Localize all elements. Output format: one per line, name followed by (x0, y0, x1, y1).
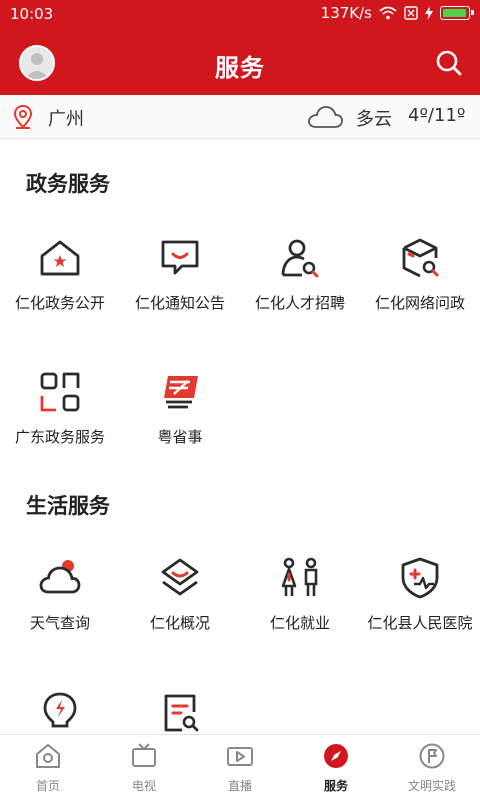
status-time: 10:03 (10, 5, 54, 23)
service-item[interactable]: 仁化通知公告 (120, 236, 240, 346)
doc-search-icon (164, 694, 199, 732)
yue-logo-icon (164, 376, 198, 409)
wifi-icon (379, 6, 397, 20)
nav-item-home[interactable]: 首页 (0, 735, 96, 801)
weather-temp: 4º/11º (408, 105, 466, 126)
weather-cloud-icon (39, 560, 81, 594)
nav-label: 文明实践 (407, 779, 456, 793)
service-item[interactable]: 广东政务服务 (0, 370, 120, 480)
service-item[interactable]: 仁化人才招聘 (240, 236, 360, 346)
nav-item-live[interactable]: 直播 (192, 735, 288, 801)
search-icon (436, 50, 462, 76)
location-pin-icon (13, 104, 33, 129)
person-search-icon (281, 239, 319, 278)
tv-icon (132, 743, 156, 767)
service-item[interactable]: 仁化政务公开 (0, 236, 120, 346)
service-item[interactable]: 仁化概况 (120, 556, 240, 666)
city-name: 广州 (48, 109, 84, 130)
service-label: 粤省事 (157, 428, 203, 446)
weather-desc: 多云 (356, 109, 392, 130)
service-label: 仁化就业 (269, 614, 330, 632)
service-label: 仁化政务公开 (14, 294, 105, 312)
service-item[interactable]: 粤省事 (120, 370, 240, 480)
nav-item-civilization[interactable]: 文明实践 (384, 735, 480, 801)
live-icon (227, 747, 253, 766)
service-label: 天气查询 (29, 614, 90, 632)
nav-label: 首页 (35, 779, 60, 793)
layers-icon (161, 558, 199, 596)
service-label: 仁化网络问政 (374, 294, 465, 312)
service-item[interactable]: 仁化县人民医院 (360, 556, 480, 666)
status-right: 137K/s (320, 4, 474, 22)
section-title-gov: 政务服务 (26, 172, 110, 196)
apps-grid-icon (40, 372, 80, 412)
box-search-icon (402, 238, 439, 278)
service-item[interactable]: 仁化网络问政 (360, 236, 480, 346)
cloud-icon (308, 106, 343, 128)
gov-building-icon (40, 240, 80, 276)
status-bar: 10:03 137K/s (0, 0, 480, 28)
nav-label: 电视 (131, 779, 156, 793)
nav-label: 直播 (227, 779, 252, 793)
service-item[interactable]: 天气查询 (0, 556, 120, 666)
nav-label: 服务 (323, 779, 348, 793)
nav-item-tv[interactable]: 电视 (96, 735, 192, 801)
service-label: 仁化通知公告 (134, 294, 225, 312)
section-title-life: 生活服务 (26, 494, 110, 518)
flag-icon (419, 743, 445, 769)
service-label: 仁化县人民医院 (367, 614, 473, 632)
charging-icon (425, 6, 433, 20)
compass-icon (324, 744, 348, 768)
message-icon (161, 240, 199, 275)
search-button[interactable] (434, 48, 464, 78)
bulb-icon (43, 692, 77, 728)
battery-icon (440, 6, 474, 20)
service-label: 仁化概况 (149, 614, 210, 632)
weather-bar[interactable]: 广州 多云 4º/11º (0, 95, 480, 139)
service-item[interactable]: 仁化就业 (240, 556, 360, 666)
sim-x-icon (404, 6, 418, 20)
service-label: 广东政务服务 (14, 428, 105, 446)
home-icon (36, 744, 60, 768)
people-icon (281, 557, 318, 596)
service-label: 仁化人才招聘 (254, 294, 345, 312)
nav-item-service[interactable]: 服务 (288, 735, 384, 801)
bottom-nav: 首页 电视 直播 服务 文明实践 (0, 734, 480, 800)
app-header: 10:03 137K/s 服务 (0, 0, 480, 95)
network-speed: 137K/s (320, 4, 372, 22)
hospital-shield-icon (401, 557, 439, 599)
page-title: 服务 (215, 54, 265, 82)
